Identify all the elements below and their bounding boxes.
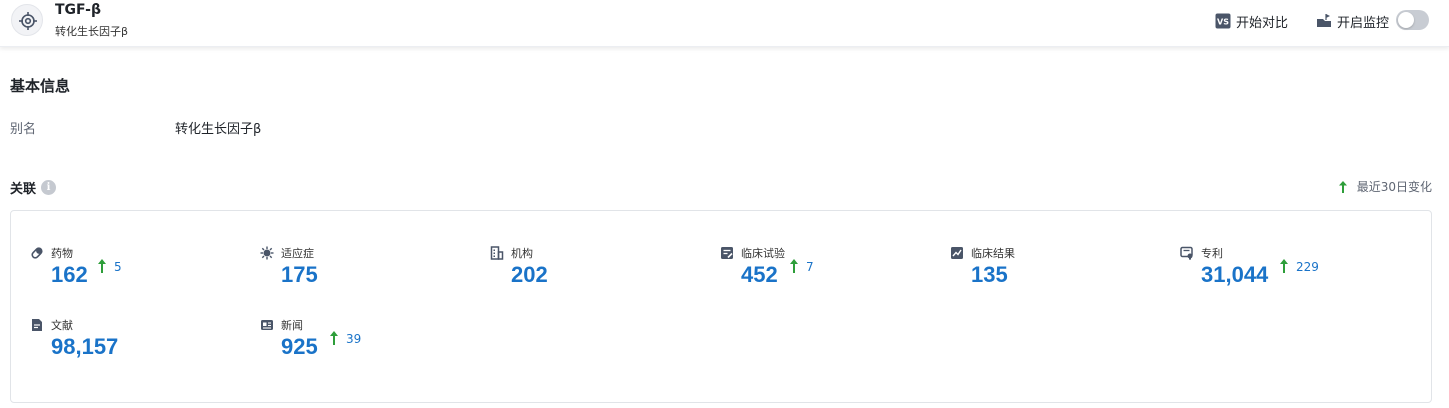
recent-change-label: 最近30日变化: [1356, 180, 1432, 194]
stat-news[interactable]: 新闻 925 39: [260, 317, 460, 377]
stat-delta-value: 7: [806, 260, 814, 274]
up-arrow-icon: [330, 331, 338, 345]
stat-value: 98,157: [51, 334, 119, 359]
page-subtitle: 转化生长因子β: [55, 25, 129, 38]
monitor-button[interactable]: 开启监控: [1316, 11, 1389, 31]
stat-patents[interactable]: 专利 31,044 229: [1180, 245, 1380, 305]
relations-heading: 关联 i: [10, 178, 57, 197]
stat-drugs[interactable]: 药物 162 5: [30, 245, 230, 305]
relations-card: 药物 162 5 适应症 175 机构 202 临床试验 452 7 临床结果 …: [10, 210, 1432, 403]
basic-info-heading: 基本信息: [10, 77, 71, 95]
stat-value: 202: [511, 262, 548, 287]
stat-clinical-results[interactable]: 临床结果 135: [950, 245, 1150, 305]
stat-label: 机构: [511, 247, 533, 260]
stat-label: 药物: [51, 247, 73, 260]
svg-text:VS: VS: [1217, 18, 1229, 27]
stat-label: 临床结果: [971, 247, 1015, 260]
document-icon: [32, 319, 42, 331]
virus-icon: [260, 246, 274, 260]
info-icon[interactable]: i: [41, 180, 57, 195]
building-icon: [490, 246, 504, 260]
relations-title: 关联: [10, 182, 37, 197]
stat-delta: 229: [1280, 259, 1319, 274]
compare-label: 开始对比: [1236, 15, 1289, 31]
page-title: TGF-β: [55, 2, 102, 18]
compare-button[interactable]: VS 开始对比: [1215, 11, 1288, 31]
stat-label: 新闻: [281, 319, 303, 332]
stat-label: 适应症: [281, 247, 314, 260]
alias-value: 转化生长因子β: [175, 122, 262, 137]
news-icon: [261, 320, 273, 330]
toggle-knob: [1398, 12, 1414, 28]
stat-organizations[interactable]: 机构 202: [490, 245, 690, 305]
stat-value: 31,044: [1201, 262, 1269, 287]
stat-label: 临床试验: [741, 247, 785, 260]
top-bar: TGF-β 转化生长因子β VS 开始对比 开启监控: [0, 0, 1449, 47]
stat-indications[interactable]: 适应症 175: [260, 245, 460, 305]
monitor-label: 开启监控: [1337, 15, 1390, 31]
clinical-trial-icon: [721, 247, 733, 259]
stat-delta: 39: [330, 331, 361, 346]
up-arrow-icon: [98, 259, 106, 273]
up-arrow-icon: [1280, 259, 1288, 273]
up-arrow-icon: [790, 259, 798, 273]
clinical-result-icon: [951, 247, 963, 259]
up-arrow-icon: [1338, 180, 1347, 193]
alias-label: 别名: [10, 122, 37, 137]
stat-delta-value: 229: [1296, 260, 1319, 274]
patent-icon: [1180, 246, 1193, 260]
target-logo-icon: [11, 4, 43, 36]
stat-value: 135: [971, 262, 1008, 287]
stat-literature[interactable]: 文献 98,157: [30, 317, 230, 377]
stat-delta-value: 39: [346, 332, 362, 346]
stat-value: 452: [741, 262, 778, 287]
stat-value: 162: [51, 262, 88, 287]
recent-change-legend: 最近30日变化: [1338, 178, 1432, 195]
stat-clinical-trials[interactable]: 临床试验 452 7: [720, 245, 920, 305]
pill-icon: [31, 247, 43, 259]
stat-delta: 5: [98, 259, 122, 274]
stat-value: 175: [281, 262, 318, 287]
stat-label: 专利: [1201, 247, 1223, 260]
stat-label: 文献: [51, 319, 73, 332]
compare-icon: VS: [1215, 13, 1231, 29]
stat-delta-value: 5: [114, 260, 122, 274]
monitor-icon: [1317, 14, 1331, 27]
stat-value: 925: [281, 334, 318, 359]
stat-delta: 7: [790, 259, 814, 274]
monitor-toggle[interactable]: [1396, 10, 1429, 30]
